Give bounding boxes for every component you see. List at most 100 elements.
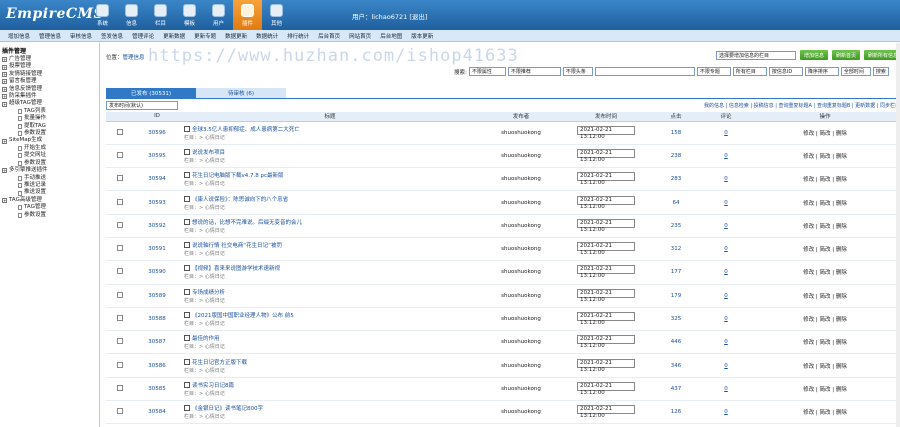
row-time-field[interactable]: 2021-02-21 13:12:00 — [577, 312, 635, 326]
nav-user[interactable]: 用户 — [204, 0, 233, 30]
refresh-home-button[interactable]: 刷新首页 — [832, 50, 861, 60]
row-id[interactable]: 30594 — [134, 167, 180, 192]
tab-pending[interactable]: 待审核 (6) — [196, 88, 286, 98]
filter-headline[interactable]: 不限头条 — [562, 67, 593, 76]
tree-parent-item[interactable]: + 多引擎推送插件 — [2, 167, 97, 174]
row-checkbox[interactable] — [117, 128, 123, 135]
tree-parent-item[interactable]: + TAG高级管理 — [2, 197, 97, 204]
row-checkbox[interactable] — [117, 338, 123, 345]
row-operations[interactable]: 修改 | 简改 | 删除 — [750, 307, 900, 332]
row-title[interactable]: 《康人说保险》：陈思诚向下的八个忠省 — [192, 195, 288, 203]
row-id[interactable]: 30596 — [134, 121, 180, 145]
row-id[interactable]: 30589 — [134, 284, 180, 308]
nav-info[interactable]: 信息 — [117, 0, 146, 30]
nav-system[interactable]: 系统 — [88, 0, 117, 30]
row-checkbox[interactable] — [117, 268, 123, 275]
row-comments[interactable]: 0 — [724, 409, 728, 415]
expand-icon[interactable]: + — [2, 64, 7, 70]
row-operations[interactable]: 修改 | 简改 | 删除 — [750, 330, 900, 355]
row-comments[interactable]: 0 — [724, 246, 728, 252]
row-operations[interactable]: 修改 | 简改 | 删除 — [750, 353, 900, 378]
row-time-field[interactable]: 2021-02-21 13:12:00 — [577, 335, 635, 349]
row-operations[interactable]: 修改 | 简改 | 删除 — [750, 144, 900, 169]
row-time-field[interactable]: 2021-02-21 13:12:00 — [577, 172, 635, 186]
user-info[interactable]: 用户：lichao6721 [退出] — [352, 11, 427, 21]
expand-icon[interactable]: + — [2, 72, 7, 78]
row-title[interactable]: 专场成绩分析 — [192, 288, 225, 296]
nav-other[interactable]: 其他 — [262, 0, 291, 30]
tree-child-item[interactable]: 参数设置 — [2, 212, 97, 219]
filter-order-direction[interactable]: 降序排序 — [804, 67, 839, 76]
row-title[interactable]: 说说发布项目 — [192, 148, 225, 156]
nav-plugin[interactable]: 插件 — [233, 0, 262, 30]
row-comments[interactable]: 0 — [724, 339, 728, 345]
quick-menu-item[interactable]: 管理评论 — [132, 32, 154, 40]
tree-child-item[interactable]: 提交网址 — [2, 152, 97, 159]
add-info-button[interactable]: 增加信息 — [800, 50, 829, 60]
row-title[interactable]: 花生日记官方正版下载 — [192, 358, 247, 366]
tree-child-item[interactable]: 参数设置 — [2, 160, 97, 167]
row-comments[interactable]: 0 — [724, 269, 728, 275]
row-operations[interactable]: 修改 | 简改 | 删除 — [750, 284, 900, 308]
row-checkbox[interactable] — [117, 198, 123, 205]
row-id[interactable]: 30587 — [134, 330, 180, 355]
tree-root[interactable]: 插件管理 — [2, 46, 97, 55]
row-id[interactable]: 30593 — [134, 190, 180, 215]
row-comments[interactable]: 0 — [724, 223, 728, 229]
filter-column[interactable]: 所有栏目 — [732, 67, 767, 76]
row-checkbox[interactable] — [117, 291, 123, 298]
row-checkbox[interactable] — [117, 245, 123, 252]
row-operations[interactable]: 修改 | 简改 | 删除 — [750, 400, 900, 425]
row-checkbox[interactable] — [117, 361, 123, 368]
filter-recommend[interactable]: 不限推荐 — [507, 67, 561, 76]
sort-select[interactable]: 发布时间(默认) — [106, 101, 178, 110]
tree-parent-item[interactable]: + 超级TAG管理 — [2, 100, 97, 107]
tree-child-item[interactable]: TAG列表 — [2, 108, 97, 115]
row-time-field[interactable]: 2021-02-21 13:12:00 — [577, 242, 635, 256]
row-checkbox[interactable] — [117, 408, 123, 415]
row-time-field[interactable]: 2021-02-21 13:12:00 — [577, 195, 635, 210]
row-title[interactable]: 《金银日记》读书笔记800字 — [192, 404, 263, 412]
row-id[interactable]: 30591 — [134, 237, 180, 262]
row-id[interactable]: 30584 — [134, 400, 180, 425]
row-time-field[interactable]: 2021-02-21 13:12:00 — [577, 218, 635, 233]
expand-icon[interactable]: + — [2, 101, 7, 107]
row-comments[interactable]: 0 — [724, 363, 728, 369]
tree-parent-item[interactable]: + SiteMap生成 — [2, 137, 97, 144]
expand-icon[interactable]: + — [2, 197, 7, 203]
quick-menu-item[interactable]: 审核信息 — [70, 32, 92, 40]
row-comments[interactable]: 0 — [724, 200, 728, 206]
row-title[interactable]: 说说轴行情 社交电商“花生日记”被罚 — [192, 241, 282, 249]
tool-links[interactable]: 我的信息 | 信息检索 | 投稿信息 | 查询重复标题A | 查询重复标题B |… — [704, 102, 900, 109]
quick-menu-item[interactable]: 数据更新 — [225, 32, 247, 40]
quick-menu-item[interactable]: 增加信息 — [8, 32, 30, 40]
quick-menu-item[interactable]: 后台地图 — [380, 32, 402, 40]
expand-icon[interactable]: + — [2, 86, 7, 92]
breadcrumb-link[interactable]: 管理信息 — [123, 55, 145, 61]
row-checkbox[interactable] — [117, 175, 123, 182]
row-time-field[interactable]: 2021-02-21 13:12:00 — [577, 288, 635, 303]
row-time-field[interactable]: 2021-02-21 13:12:00 — [577, 265, 635, 279]
row-comments[interactable]: 0 — [724, 316, 728, 322]
row-operations[interactable]: 修改 | 简改 | 删除 — [750, 214, 900, 238]
expand-icon[interactable]: + — [2, 57, 7, 63]
tree-child-item[interactable]: TAG管理 — [2, 204, 97, 211]
row-title[interactable]: 花生日记电脑版下载v4.7.8 pc最新版 — [192, 171, 284, 179]
row-checkbox[interactable] — [117, 151, 123, 158]
search-button[interactable]: 搜索 — [872, 67, 889, 76]
column-select[interactable]: 选择要增加信息的栏目 — [716, 50, 796, 60]
row-comments[interactable]: 0 — [724, 153, 728, 159]
refresh-all-button[interactable]: 刷新所有信息 — [864, 50, 900, 60]
quick-menu-item[interactable]: 后台首页 — [318, 32, 340, 40]
filter-topic[interactable]: 不限专题 — [696, 67, 731, 76]
tree-child-item[interactable]: 开始生成 — [2, 145, 97, 152]
filter-time[interactable]: 全部时间 — [840, 67, 871, 76]
row-id[interactable]: 30590 — [134, 260, 180, 285]
tree-child-item[interactable]: 推送设置 — [2, 189, 97, 196]
row-time-field[interactable]: 2021-02-21 13:12:00 — [577, 148, 635, 163]
quick-menu-item[interactable]: 数据统计 — [256, 32, 278, 40]
quick-menu-item[interactable]: 网站首页 — [349, 32, 371, 40]
row-operations[interactable]: 修改 | 简改 | 删除 — [750, 260, 900, 285]
row-checkbox[interactable] — [117, 221, 123, 228]
row-time-field[interactable]: 2021-02-21 13:12:00 — [577, 405, 635, 419]
